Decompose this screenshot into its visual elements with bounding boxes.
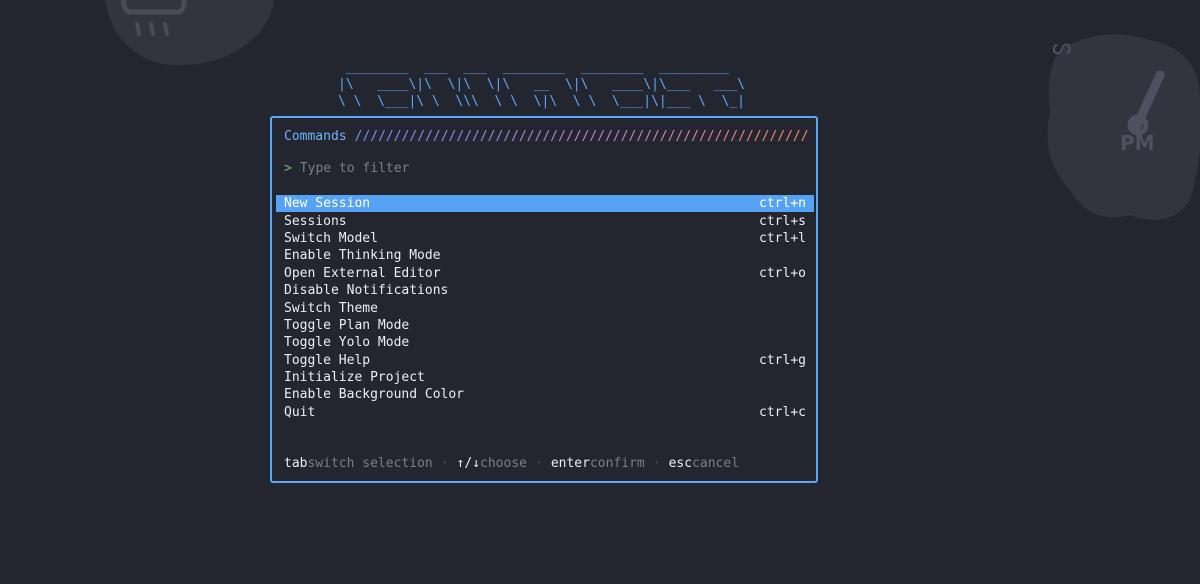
hint-key: tab <box>284 456 308 471</box>
hint-separator: · <box>535 456 543 471</box>
ascii-line: ________ ___ ___ ________ ________ _____… <box>338 60 730 75</box>
command-item[interactable]: Sessions ctrl+s <box>276 212 814 229</box>
command-item[interactable]: Enable Thinking Mode <box>276 247 814 264</box>
command-label: Switch Model <box>284 230 378 246</box>
background-blob-right: ᔕ PM <box>1047 34 1200 220</box>
hint-separator: · <box>652 456 661 471</box>
command-label: Toggle Yolo Mode <box>284 335 410 351</box>
hint-text: switch selection <box>307 456 433 471</box>
hint-key: ↑/↓ <box>456 456 481 471</box>
hint-text: confirm <box>589 456 645 471</box>
filter-input[interactable] <box>299 161 700 176</box>
command-label: Disable Notifications <box>284 283 449 299</box>
command-label: Open External Editor <box>284 265 441 281</box>
background-badge-text: PM <box>1120 131 1155 155</box>
app-logo-ascii: ________ ___ ___ ________ ________ _____… <box>338 59 745 110</box>
keybinding-hints: tab switch selection · ↑/↓ choose · enter co… <box>284 456 739 471</box>
ascii-line: \ \ \___|\ \ \\\ \ \ \|\ \ \ \___|\|___ … <box>338 94 745 109</box>
command-label: Initialize Project <box>284 370 425 386</box>
command-shortcut: ctrl+c <box>759 404 806 420</box>
command-label: Switch Theme <box>284 300 378 316</box>
command-label: Toggle Plan Mode <box>284 317 410 333</box>
header-decoration: ////////////////////////////////////////… <box>354 128 809 144</box>
dialog-title: Commands <box>284 128 347 144</box>
prompt-caret-icon: > <box>284 161 292 176</box>
hint-key: esc <box>668 456 693 471</box>
command-item[interactable]: New Session ctrl+n <box>276 195 814 213</box>
hint-text: cancel <box>692 456 740 471</box>
hint-text: choose <box>480 456 527 471</box>
command-item[interactable]: Toggle Plan Mode <box>276 317 814 334</box>
command-shortcut: ctrl+n <box>759 196 806 212</box>
command-label: Enable Background Color <box>284 387 465 403</box>
command-item[interactable]: Open External Editor ctrl+o <box>276 265 814 282</box>
ascii-line: |\ ____\|\ \|\ \|\ __ \|\ ____\|\___ ___… <box>338 77 745 92</box>
filter-row: > <box>284 161 700 176</box>
command-item[interactable]: Switch Model ctrl+l <box>276 230 814 247</box>
dialog-header: Commands ///////////////////////////////… <box>284 126 809 146</box>
command-item[interactable]: Disable Notifications <box>276 282 814 299</box>
command-label: Sessions <box>284 213 347 229</box>
svg-text:ᔕ: ᔕ <box>1052 35 1072 60</box>
command-label: New Session <box>284 196 371 212</box>
command-item[interactable]: Toggle Help ctrl+g <box>276 352 814 369</box>
command-label: Toggle Help <box>284 352 371 368</box>
command-shortcut: ctrl+l <box>759 230 806 246</box>
command-item[interactable]: Quit ctrl+c <box>276 404 814 421</box>
cloud-rain-icon <box>121 0 187 36</box>
command-item[interactable]: Toggle Yolo Mode <box>276 334 814 351</box>
command-label: Enable Thinking Mode <box>284 248 441 264</box>
command-item[interactable]: Initialize Project <box>276 369 814 386</box>
command-shortcut: ctrl+s <box>759 213 806 229</box>
command-item[interactable]: Enable Background Color <box>276 386 814 403</box>
command-label: Quit <box>284 404 316 420</box>
command-shortcut: ctrl+g <box>759 352 806 368</box>
commands-dialog: Commands ///////////////////////////////… <box>270 116 818 483</box>
hint-key: enter <box>550 456 590 471</box>
command-shortcut: ctrl+o <box>759 265 806 281</box>
hint-separator: · <box>440 456 449 471</box>
command-item[interactable]: Switch Theme <box>276 299 814 316</box>
command-list: New Session ctrl+n Sessions ctrl+s Switch Mo… <box>276 195 814 421</box>
